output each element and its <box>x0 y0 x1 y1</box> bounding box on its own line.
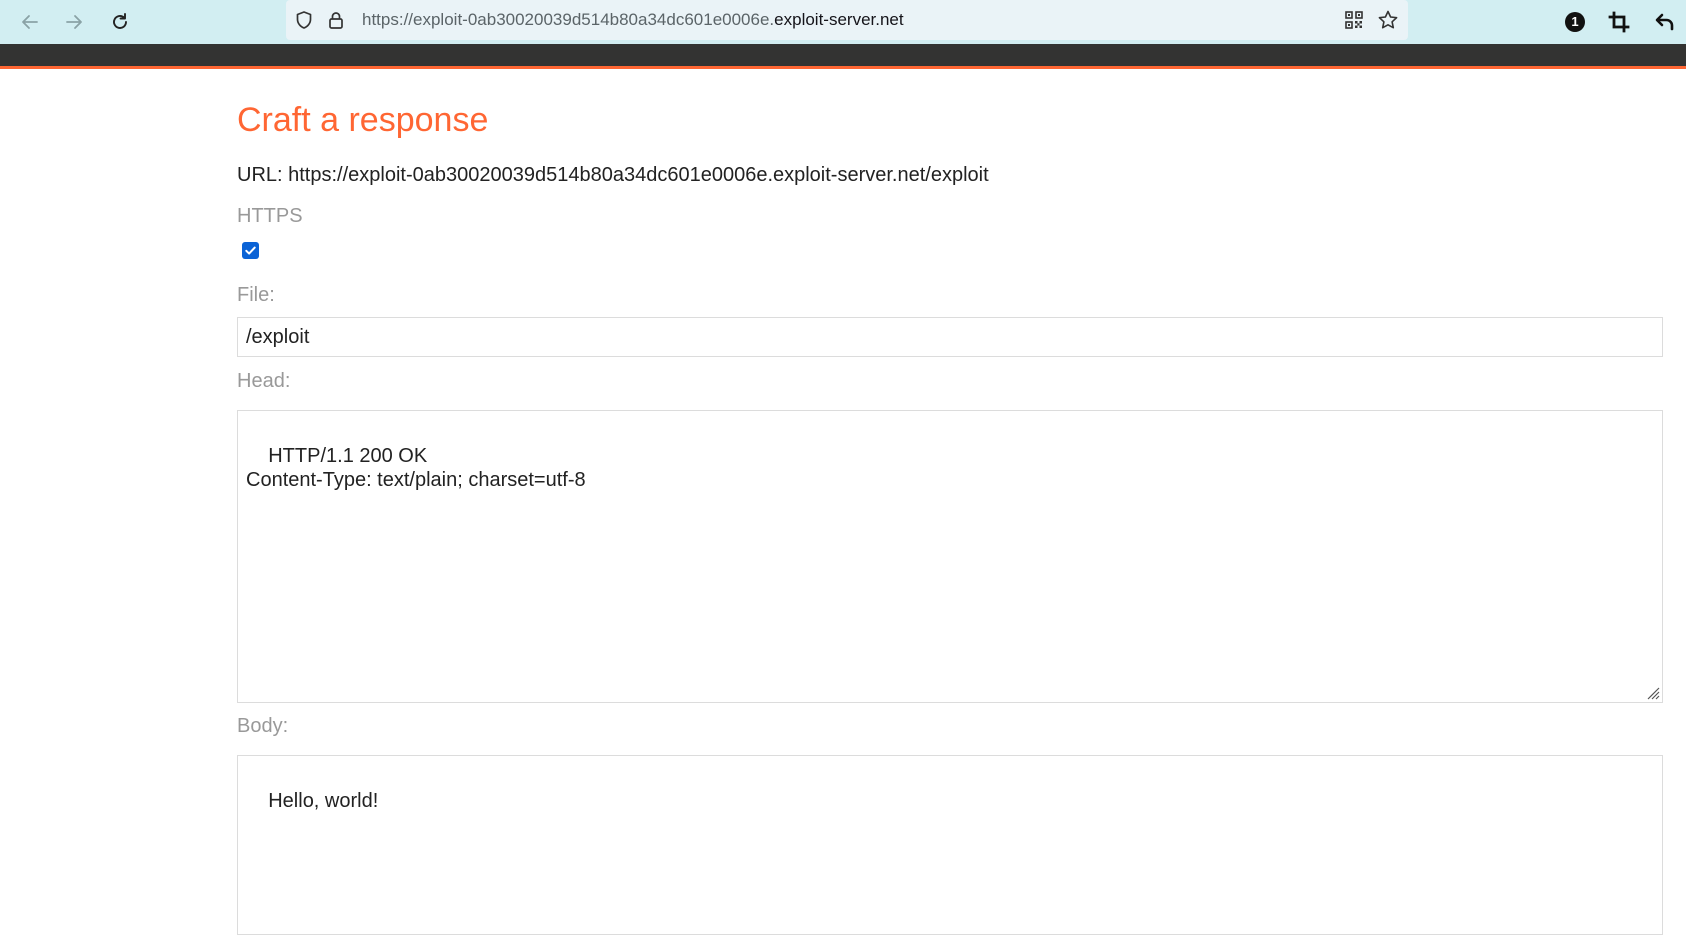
back-button[interactable] <box>14 6 46 38</box>
shield-icon[interactable] <box>292 8 316 32</box>
exploit-url-label: URL: https://exploit-0ab30020039d514b80a… <box>237 164 989 186</box>
arrow-right-icon <box>66 15 82 29</box>
body-textarea-content: Hello, world! <box>268 790 379 812</box>
url-text[interactable]: https://exploit-0ab30020039d514b80a34dc6… <box>362 0 904 40</box>
body-textarea[interactable]: Hello, world! <box>237 755 1663 935</box>
resize-grip-icon[interactable] <box>1644 684 1660 700</box>
file-label: File: <box>237 284 275 306</box>
extension-badge-count: 1 <box>1571 14 1579 29</box>
file-input[interactable] <box>237 317 1663 357</box>
head-textarea-content: HTTP/1.1 200 OK Content-Type: text/plain… <box>246 445 586 491</box>
undo-arrow-icon[interactable] <box>1650 7 1680 37</box>
qr-code-icon[interactable] <box>1342 8 1366 32</box>
bookmark-star-icon[interactable] <box>1376 8 1400 32</box>
browser-toolbar: https://exploit-0ab30020039d514b80a34dc6… <box>0 0 1686 44</box>
https-label: HTTPS <box>237 205 303 227</box>
forward-button[interactable] <box>58 6 90 38</box>
extension-badge-icon[interactable]: 1 <box>1560 7 1590 37</box>
page-title: Craft a response <box>237 101 489 139</box>
url-prefix: https://exploit-0ab30020039d514b80a34dc6… <box>362 10 775 29</box>
head-label: Head: <box>237 370 291 392</box>
lock-icon[interactable] <box>324 8 348 32</box>
address-bar[interactable]: https://exploit-0ab30020039d514b80a34dc6… <box>286 0 1408 40</box>
body-label: Body: <box>237 715 289 737</box>
checkmark-icon <box>245 246 256 255</box>
crop-icon[interactable] <box>1604 7 1634 37</box>
reload-button[interactable] <box>104 6 136 38</box>
head-textarea[interactable]: HTTP/1.1 200 OK Content-Type: text/plain… <box>237 410 1663 703</box>
reload-icon <box>113 13 127 29</box>
site-header-bar <box>0 44 1686 69</box>
arrow-left-icon <box>22 15 38 29</box>
url-domain: exploit-server.net <box>774 10 904 29</box>
https-checkbox[interactable] <box>242 242 259 259</box>
